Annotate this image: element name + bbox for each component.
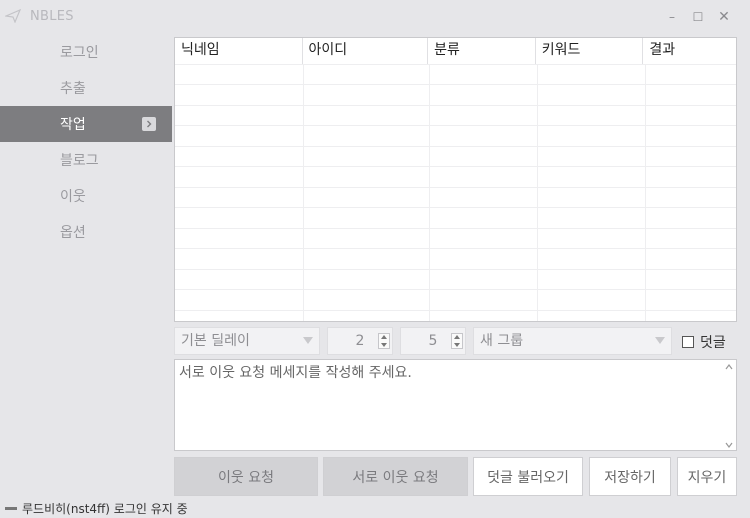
group-select[interactable]: 새 그룹: [473, 327, 672, 355]
sidebar-item-task[interactable]: 작업: [0, 106, 172, 142]
paper-plane-icon: [5, 9, 21, 23]
delay-select[interactable]: 기본 딜레이: [174, 327, 320, 355]
close-button[interactable]: ✕: [715, 8, 733, 26]
maximize-button[interactable]: ☐: [689, 8, 707, 26]
group-select-value: 새 그룹: [480, 333, 524, 349]
sidebar-item-login[interactable]: 로그인: [0, 34, 172, 70]
column-header-result[interactable]: 결과: [643, 38, 736, 64]
delay-max-stepper[interactable]: 5: [400, 327, 466, 355]
neighbor-request-button[interactable]: 이웃 요청: [174, 457, 318, 496]
title-bar: NBLES – ☐ ✕: [0, 0, 750, 36]
chevron-right-icon: [142, 117, 156, 131]
scroll-down-icon: [725, 442, 733, 448]
sidebar-item-blog[interactable]: 블로그: [0, 142, 172, 178]
checkbox-box[interactable]: [682, 336, 694, 348]
clear-button[interactable]: 지우기: [677, 457, 737, 496]
message-placeholder: 서로 이웃 요청 메세지를 작성해 주세요.: [179, 365, 412, 381]
table-body: [175, 64, 736, 321]
sidebar-item-label: 옵션: [60, 225, 86, 241]
sidebar-item-extract[interactable]: 추출: [0, 70, 172, 106]
status-text: 루드비히(nst4ff) 로그인 유지 중: [22, 502, 188, 516]
column-header-keyword[interactable]: 키워드: [536, 38, 644, 64]
sidebar-item-label: 로그인: [60, 45, 99, 61]
delay-min-stepper[interactable]: 2: [327, 327, 393, 355]
comment-checkbox[interactable]: 덧글: [682, 332, 726, 352]
sidebar-item-label: 작업: [60, 117, 86, 133]
status-indicator-icon: [5, 507, 17, 510]
sidebar-item-neighbor[interactable]: 이웃: [0, 178, 172, 214]
load-comments-button[interactable]: 덧글 불러오기: [473, 457, 583, 496]
delay-min-value: 2: [355, 333, 365, 349]
save-button[interactable]: 저장하기: [589, 457, 671, 496]
delay-select-value: 기본 딜레이: [181, 333, 250, 349]
status-bar: 루드비히(nst4ff) 로그인 유지 중: [5, 500, 188, 517]
minimize-button[interactable]: –: [663, 8, 681, 26]
result-table[interactable]: 닉네임 아이디 분류 키워드 결과: [174, 37, 737, 322]
sidebar-item-label: 추출: [60, 81, 86, 97]
window-title: NBLES: [30, 9, 74, 24]
column-header-nickname[interactable]: 닉네임: [175, 38, 303, 64]
sidebar-item-label: 블로그: [60, 153, 99, 169]
stepper-arrows-icon[interactable]: [451, 333, 463, 349]
sidebar-item-options[interactable]: 옵션: [0, 214, 172, 250]
chevron-down-icon: [297, 328, 319, 354]
message-textarea[interactable]: 서로 이웃 요청 메세지를 작성해 주세요.: [174, 359, 737, 451]
column-header-id[interactable]: 아이디: [303, 38, 429, 64]
textarea-scrollbar[interactable]: [724, 364, 734, 448]
options-row: 기본 딜레이 2 5 새 그룹 덧글: [174, 327, 737, 355]
chevron-down-icon: [649, 328, 671, 354]
sidebar: 로그인 추출 작업 블로그 이웃 옵션: [0, 34, 172, 250]
stepper-arrows-icon[interactable]: [378, 333, 390, 349]
column-header-category[interactable]: 분류: [428, 38, 536, 64]
table-header: 닉네임 아이디 분류 키워드 결과: [175, 38, 736, 64]
sidebar-item-label: 이웃: [60, 189, 86, 205]
delay-max-value: 5: [428, 333, 438, 349]
scroll-up-icon: [725, 364, 733, 370]
mutual-request-button[interactable]: 서로 이웃 요청: [323, 457, 468, 496]
comment-checkbox-label: 덧글: [700, 335, 726, 351]
